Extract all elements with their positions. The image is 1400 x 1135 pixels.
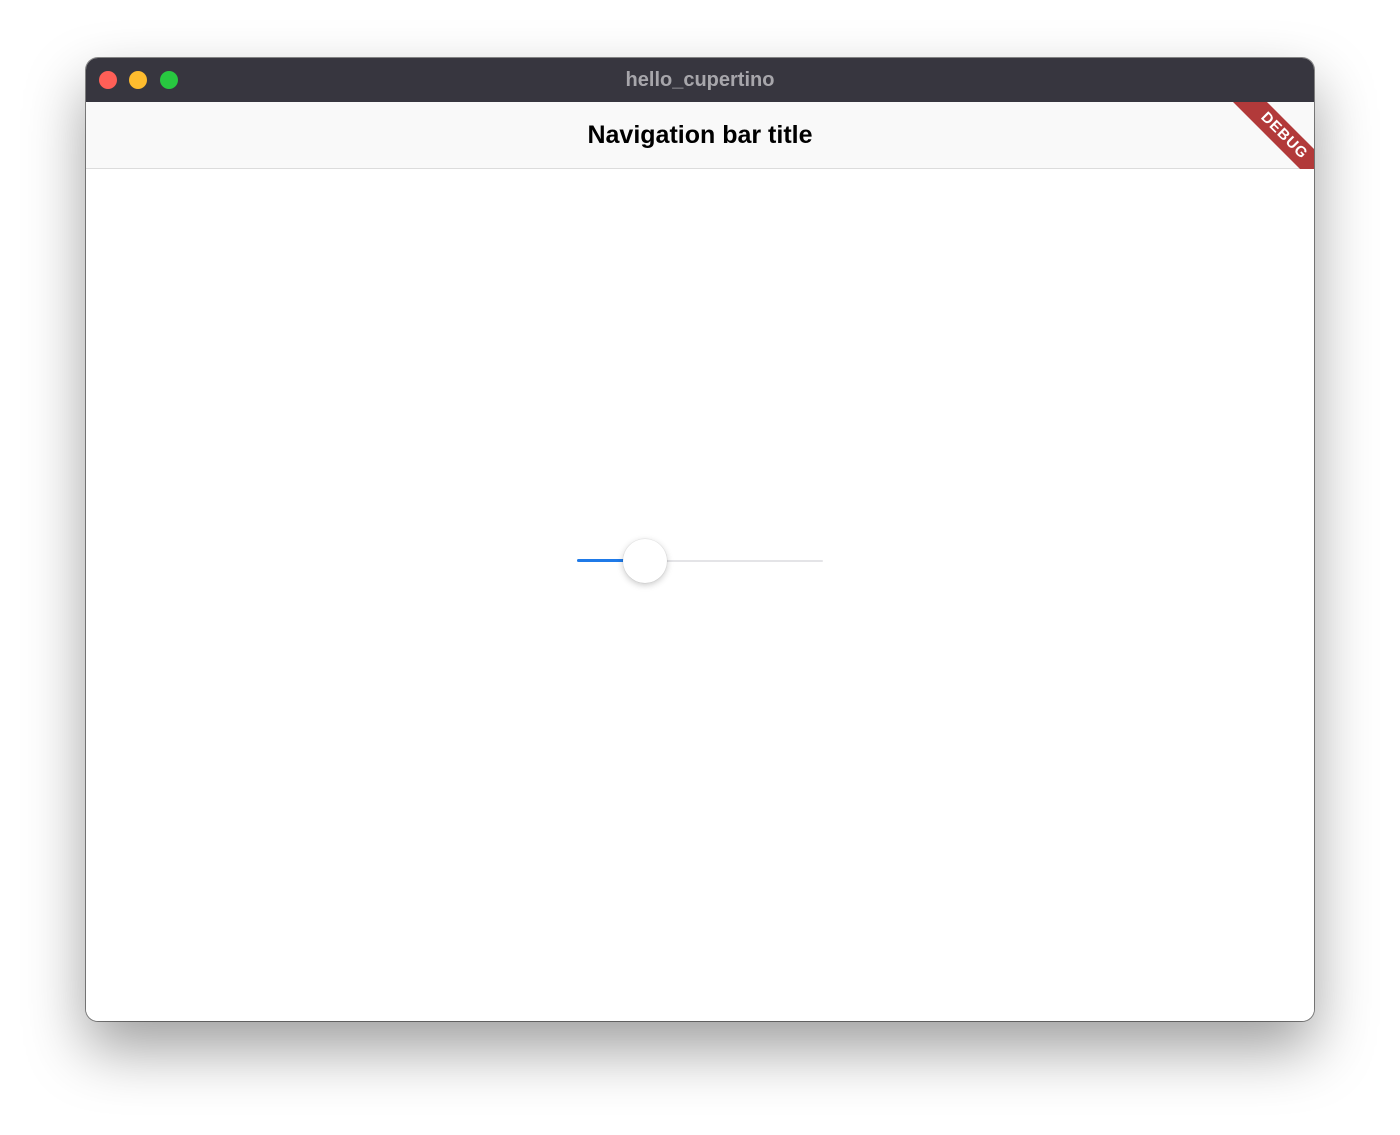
navigation-bar: Navigation bar title [86,102,1314,169]
nav-bar-title: Navigation bar title [587,121,813,149]
window-title: hello_cupertino [625,69,775,91]
value-slider[interactable] [577,539,823,583]
page-content [86,169,1314,1021]
title-bar[interactable]: hello_cupertino [86,58,1314,102]
app-window: hello_cupertino Navigation bar title DEB… [86,58,1314,1021]
slider-thumb[interactable] [622,539,667,583]
